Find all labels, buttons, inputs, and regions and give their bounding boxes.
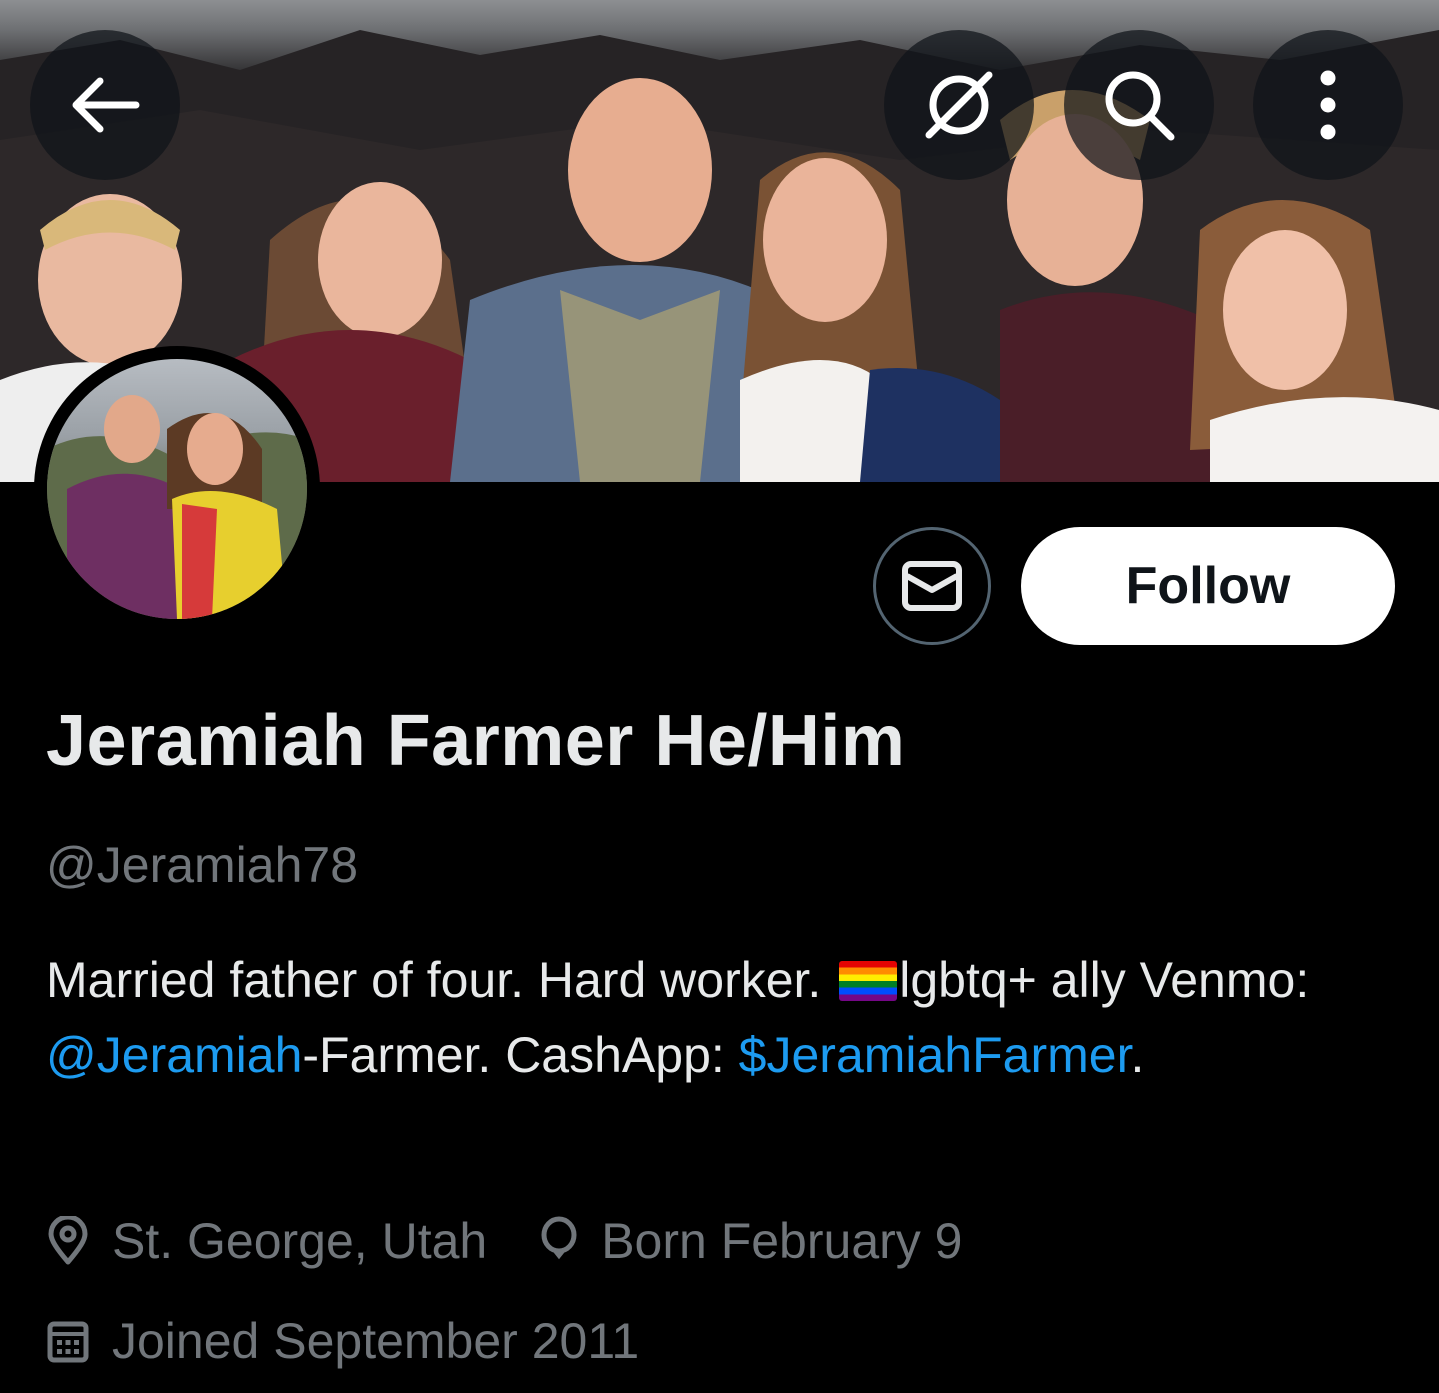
search-button[interactable] <box>1064 30 1214 180</box>
arrow-left-icon <box>72 77 140 133</box>
location-text: St. George, Utah <box>112 1213 488 1269</box>
profile-meta-row: Joined September 2011 <box>46 1312 639 1370</box>
birthday-text: Born February 9 <box>601 1213 963 1269</box>
calendar-icon <box>47 1321 89 1363</box>
profile-avatar[interactable] <box>34 346 320 632</box>
venmo-mention-link[interactable]: @Jeramiah <box>46 1027 302 1083</box>
bio-text: lgbtq+ ally Venmo: <box>899 952 1310 1008</box>
translate-toggle-button[interactable] <box>884 30 1034 180</box>
birthday-item: Born February 9 <box>539 1212 962 1270</box>
joined-text: Joined September 2011 <box>112 1313 640 1369</box>
follow-button[interactable]: Follow <box>1021 527 1395 645</box>
no-translate-icon <box>925 71 993 139</box>
bio-text: Married father of four. Hard worker. <box>46 952 836 1008</box>
balloon-icon <box>541 1216 577 1260</box>
profile-bio: Married father of four. Hard worker. lgb… <box>46 943 1346 1093</box>
profile-meta-row: St. George, Utah Born February 9 <box>46 1212 962 1270</box>
location-pin-icon <box>48 1216 88 1265</box>
envelope-icon <box>902 561 962 611</box>
joined-item: Joined September 2011 <box>46 1312 639 1370</box>
more-options-button[interactable] <box>1253 30 1403 180</box>
cashtag-link[interactable]: $JeramiahFarmer <box>739 1027 1131 1083</box>
message-button[interactable] <box>873 527 991 645</box>
location-item: St. George, Utah <box>46 1212 487 1270</box>
user-handle: @Jeramiah78 <box>46 837 359 893</box>
rainbow-flag-icon <box>839 961 898 1001</box>
search-icon <box>1105 71 1175 141</box>
avatar-photo <box>47 359 307 619</box>
bio-text: -Farmer. CashApp: <box>302 1027 739 1083</box>
more-vertical-icon <box>1320 70 1336 140</box>
back-button[interactable] <box>30 30 180 180</box>
display-name: Jeramiah Farmer He/Him <box>46 701 906 781</box>
bio-text: . <box>1130 1027 1145 1083</box>
